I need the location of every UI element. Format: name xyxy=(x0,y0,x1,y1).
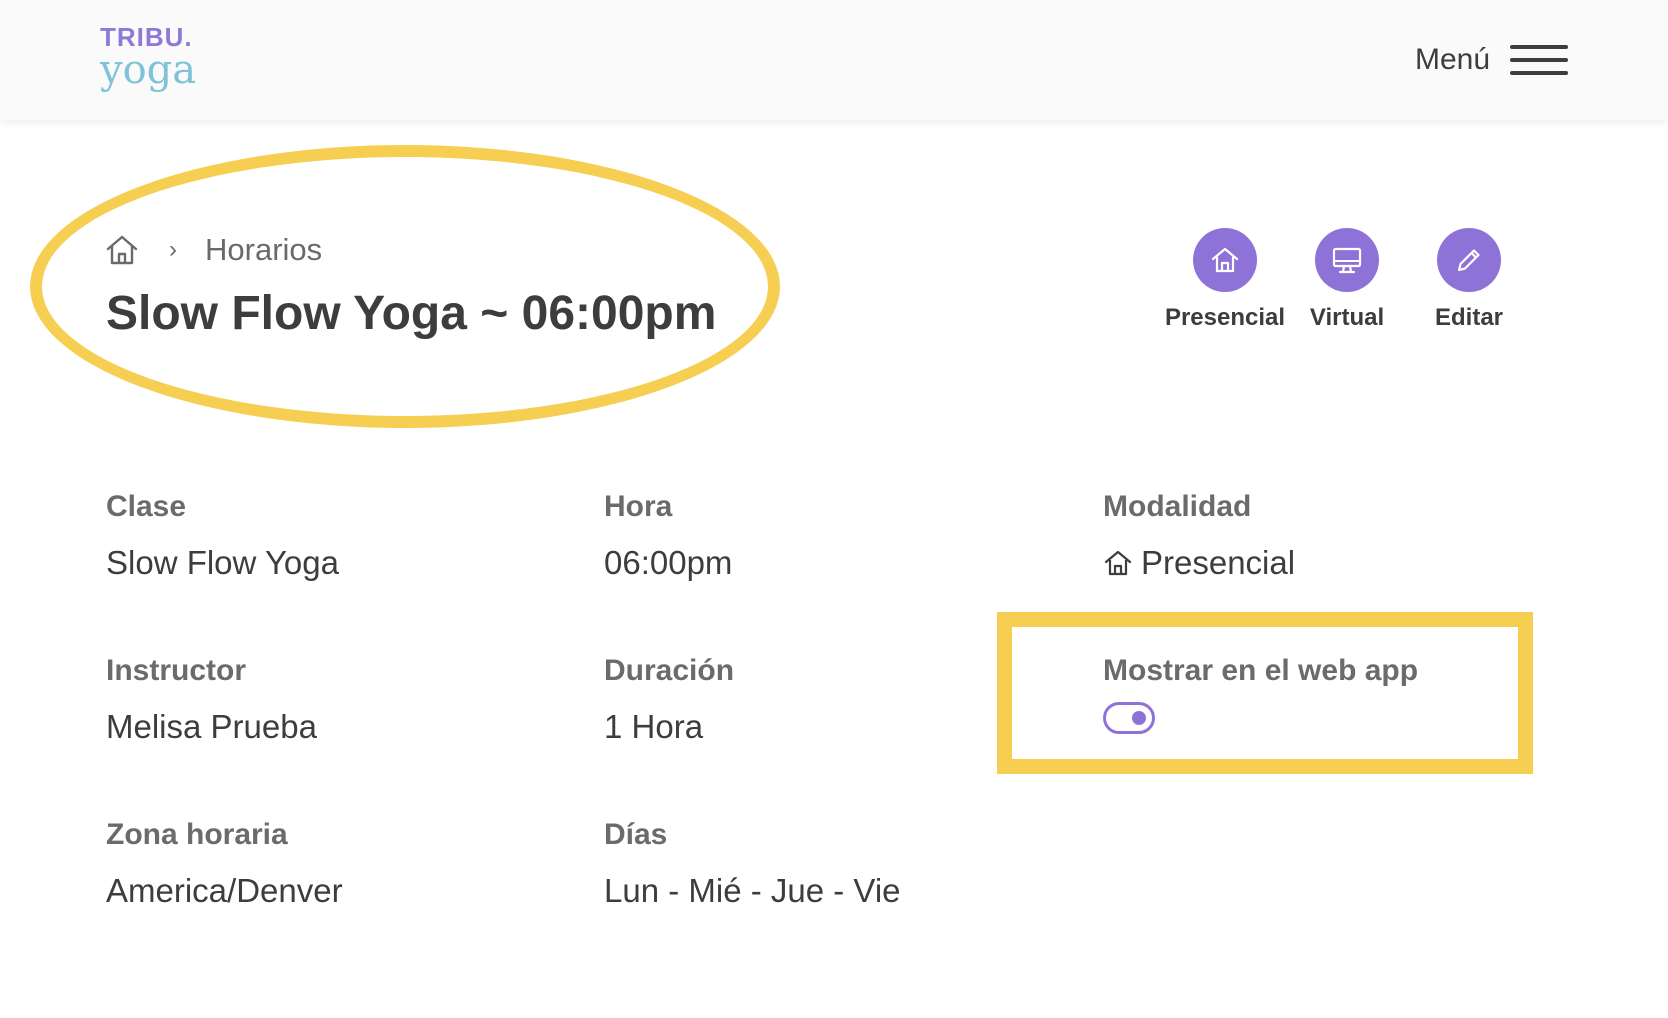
field-label: Zona horaria xyxy=(106,818,288,851)
field-mostrar-web-app: Mostrar en el web app xyxy=(1103,654,1418,734)
monitor-icon xyxy=(1315,228,1379,292)
virtual-button[interactable]: Virtual xyxy=(1282,228,1412,332)
field-value: Presencial xyxy=(1103,544,1295,582)
pencil-icon xyxy=(1437,228,1501,292)
field-duracion: Duración 1 Hora xyxy=(604,654,734,746)
virtual-label: Virtual xyxy=(1309,304,1385,331)
field-label: Instructor xyxy=(106,654,247,687)
field-value: Slow Flow Yoga xyxy=(106,544,339,581)
field-clase: Clase Slow Flow Yoga xyxy=(106,490,339,582)
field-instructor: Instructor Melisa Prueba xyxy=(106,654,317,746)
presencial-label: Presencial xyxy=(1164,304,1286,331)
toggle-knob xyxy=(1132,711,1146,725)
web-app-toggle[interactable] xyxy=(1103,702,1155,734)
modalidad-value: Presencial xyxy=(1141,544,1296,581)
home-icon[interactable] xyxy=(105,233,139,267)
field-label: Modalidad xyxy=(1103,490,1252,523)
field-dias: Días Lun - Mié - Jue - Vie xyxy=(604,818,901,910)
field-label: Duración xyxy=(604,654,735,687)
field-zona-horaria: Zona horaria America/Denver xyxy=(106,818,343,910)
field-value: Melisa Prueba xyxy=(106,708,317,745)
action-buttons: Presencial Virtual Editar xyxy=(1160,228,1540,338)
house-icon xyxy=(1193,228,1257,292)
chevron-right-icon: › xyxy=(169,236,177,263)
field-value: 1 Hora xyxy=(604,708,704,745)
breadcrumb-horarios[interactable]: Horarios xyxy=(205,232,322,268)
tribu-yoga-logo[interactable]: TRIBU. yoga xyxy=(100,22,200,100)
hamburger-icon xyxy=(1510,43,1568,77)
breadcrumb: › Horarios xyxy=(105,230,322,270)
field-label: Mostrar en el web app xyxy=(1103,654,1419,687)
menu-label: Menú xyxy=(1414,43,1490,76)
field-label: Clase xyxy=(106,490,187,523)
field-value: 06:00pm xyxy=(604,544,733,581)
field-modalidad: Modalidad Presencial xyxy=(1103,490,1295,582)
field-label: Hora xyxy=(604,490,673,523)
presencial-button[interactable]: Presencial xyxy=(1160,228,1290,332)
logo-yoga-text: yoga xyxy=(100,47,197,93)
editar-button[interactable]: Editar xyxy=(1404,228,1534,332)
field-value: America/Denver xyxy=(106,872,343,909)
page-title: Slow Flow Yoga ~ 06:00pm xyxy=(106,287,717,340)
field-label: Días xyxy=(604,818,668,851)
house-icon xyxy=(1104,550,1132,576)
editar-label: Editar xyxy=(1434,304,1503,331)
field-hora: Hora 06:00pm xyxy=(604,490,732,582)
menu-button[interactable]: Menú xyxy=(1415,40,1568,80)
top-header: TRIBU. yoga Menú xyxy=(0,0,1668,120)
field-value: Lun - Mié - Jue - Vie xyxy=(604,872,901,909)
